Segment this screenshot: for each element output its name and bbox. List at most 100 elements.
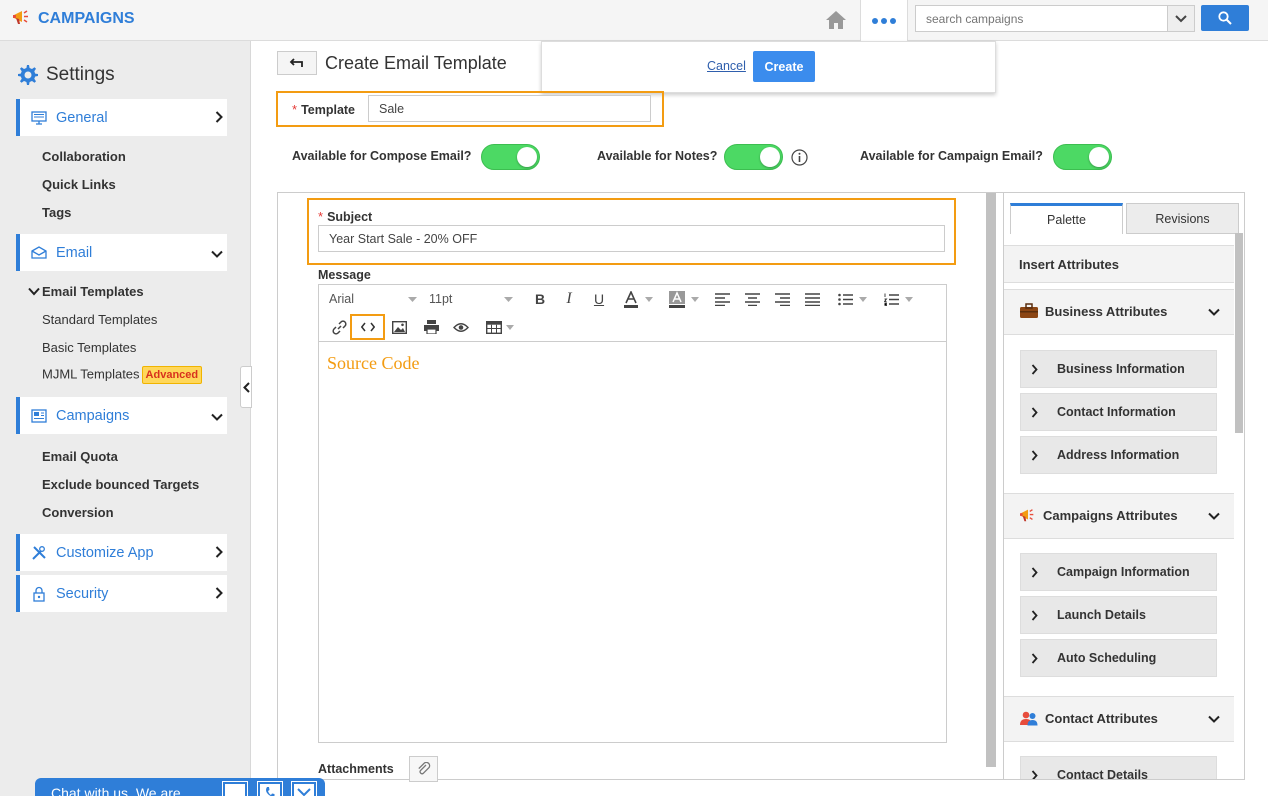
numbered-list-icon bbox=[883, 293, 899, 306]
sidebar-section-customize-app[interactable]: Customize App bbox=[16, 534, 227, 571]
attr-item-label: Auto Scheduling bbox=[1057, 651, 1157, 665]
group-title-text: Business Attributes bbox=[1045, 303, 1168, 319]
template-input[interactable]: Sale bbox=[368, 95, 651, 122]
chevron-down-icon bbox=[1175, 14, 1187, 22]
sidebar-section-label: Customize App bbox=[56, 544, 154, 561]
lock-icon bbox=[30, 585, 48, 603]
template-label-text: Template bbox=[301, 103, 356, 117]
subject-input[interactable]: Year Start Sale - 20% OFF bbox=[318, 225, 945, 252]
page-title: Create Email Template bbox=[325, 53, 507, 73]
caret-down-icon bbox=[858, 296, 867, 302]
campaigns-attributes-header[interactable]: Campaigns Attributes bbox=[1004, 493, 1234, 539]
font-family-select[interactable]: Arial bbox=[329, 287, 417, 311]
chat-phone-button[interactable] bbox=[257, 781, 283, 796]
sidebar-item-standard-templates[interactable]: Standard Templates bbox=[42, 312, 157, 327]
home-button[interactable] bbox=[812, 0, 860, 40]
attach-file-button[interactable] bbox=[409, 756, 438, 782]
align-right-button[interactable] bbox=[772, 287, 792, 311]
background-color-button[interactable] bbox=[664, 287, 704, 311]
sidebar-section-general[interactable]: General bbox=[16, 99, 227, 136]
create-button[interactable]: Create bbox=[753, 51, 815, 82]
sidebar-item-mjml-templates[interactable]: MJML Templates Advanced bbox=[42, 366, 203, 384]
text-color-button[interactable] bbox=[618, 287, 658, 311]
chat-minimize-button[interactable] bbox=[291, 781, 317, 796]
compose-email-toggle[interactable] bbox=[481, 144, 540, 170]
search-input[interactable] bbox=[916, 6, 1166, 31]
search-button[interactable] bbox=[1201, 5, 1249, 31]
sidebar-section-label: Security bbox=[56, 585, 109, 602]
print-button[interactable] bbox=[420, 315, 442, 339]
contact-attributes-header[interactable]: Contact Attributes bbox=[1004, 696, 1234, 742]
editor-toolbar: Arial 11pt B I U bbox=[319, 285, 946, 342]
search-icon bbox=[1218, 11, 1232, 25]
font-size-select[interactable]: 11pt bbox=[429, 287, 513, 311]
bullet-list-button[interactable] bbox=[832, 287, 872, 311]
insert-table-button[interactable] bbox=[485, 315, 515, 339]
justify-button[interactable] bbox=[802, 287, 822, 311]
attribute-panel-scrollbar[interactable] bbox=[1235, 233, 1243, 433]
attr-item-auto-scheduling[interactable]: Auto Scheduling bbox=[1020, 639, 1217, 677]
briefcase-icon bbox=[1020, 303, 1038, 318]
caret-down-icon bbox=[408, 296, 417, 302]
sidebar-item-email-quota[interactable]: Email Quota bbox=[42, 449, 118, 464]
sidebar-item-quick-links[interactable]: Quick Links bbox=[42, 177, 116, 192]
attr-item-business-information[interactable]: Business Information bbox=[1020, 350, 1217, 388]
sidebar-item-collaboration[interactable]: Collaboration bbox=[42, 149, 126, 164]
attr-item-contact-details[interactable]: Contact Details bbox=[1020, 756, 1217, 779]
align-center-icon bbox=[744, 292, 760, 306]
source-code-button[interactable] bbox=[350, 314, 385, 340]
attr-item-campaign-information[interactable]: Campaign Information bbox=[1020, 553, 1217, 591]
more-options-button[interactable] bbox=[860, 0, 908, 41]
italic-button[interactable]: I bbox=[559, 287, 579, 311]
notes-label: Available for Notes? bbox=[597, 149, 718, 163]
underline-button[interactable]: U bbox=[589, 287, 609, 311]
sidebar-section-email[interactable]: Email bbox=[16, 234, 227, 271]
content-scrollbar[interactable] bbox=[986, 193, 996, 767]
campaign-email-toggle[interactable] bbox=[1053, 144, 1112, 170]
chat-text: Chat with us, We are bbox=[51, 785, 181, 796]
back-button[interactable] bbox=[277, 51, 317, 75]
chevron-down-icon bbox=[1208, 308, 1220, 316]
notes-toggle[interactable] bbox=[724, 144, 783, 170]
align-center-button[interactable] bbox=[742, 287, 762, 311]
info-icon[interactable] bbox=[791, 149, 808, 169]
bullet-list-icon bbox=[837, 293, 853, 305]
align-right-icon bbox=[774, 292, 790, 306]
attr-item-label: Contact Details bbox=[1057, 768, 1148, 779]
attr-item-address-information[interactable]: Address Information bbox=[1020, 436, 1217, 474]
paperclip-icon bbox=[417, 762, 430, 775]
attribute-panel: Palette Revisions Insert Attributes Busi… bbox=[1003, 193, 1244, 779]
attr-item-launch-details[interactable]: Launch Details bbox=[1020, 596, 1217, 634]
attr-item-label: Address Information bbox=[1057, 448, 1180, 462]
tab-palette[interactable]: Palette bbox=[1010, 203, 1123, 234]
eye-icon bbox=[453, 322, 469, 332]
search-dropdown-button[interactable] bbox=[1167, 6, 1194, 31]
editor-body-text[interactable]: Source Code bbox=[327, 353, 419, 374]
sidebar-section-campaigns[interactable]: Campaigns bbox=[16, 397, 227, 434]
numbered-list-button[interactable] bbox=[878, 287, 918, 311]
app-brand[interactable]: CAMPAIGNS bbox=[12, 8, 135, 29]
insert-image-button[interactable] bbox=[388, 315, 410, 339]
insert-attributes-label: Insert Attributes bbox=[1019, 257, 1119, 272]
sidebar-collapse-button[interactable] bbox=[240, 366, 252, 408]
business-attributes-header[interactable]: Business Attributes bbox=[1004, 289, 1234, 335]
sidebar-item-tags[interactable]: Tags bbox=[42, 205, 71, 220]
sidebar-group-email-templates[interactable]: Email Templates bbox=[28, 284, 144, 299]
sidebar-section-security[interactable]: Security bbox=[16, 575, 227, 612]
message-editor: Arial 11pt B I U Source Code bbox=[318, 284, 947, 743]
sidebar-item-basic-templates[interactable]: Basic Templates bbox=[42, 340, 136, 355]
cancel-link[interactable]: Cancel bbox=[707, 59, 746, 73]
tab-revisions[interactable]: Revisions bbox=[1126, 203, 1239, 234]
bold-button[interactable]: B bbox=[530, 287, 550, 311]
chevron-down-icon bbox=[1208, 512, 1220, 520]
attr-item-contact-information[interactable]: Contact Information bbox=[1020, 393, 1217, 431]
chat-message-button[interactable] bbox=[222, 781, 248, 796]
insert-link-button[interactable] bbox=[328, 315, 350, 339]
preview-button[interactable] bbox=[450, 315, 472, 339]
chat-widget[interactable]: Chat with us, We are bbox=[35, 778, 325, 796]
sidebar-item-conversion[interactable]: Conversion bbox=[42, 505, 114, 520]
sidebar-item-exclude-bounced-targets[interactable]: Exclude bounced Targets bbox=[42, 477, 199, 492]
align-left-button[interactable] bbox=[712, 287, 732, 311]
dot bbox=[890, 17, 896, 24]
attr-item-label: Launch Details bbox=[1057, 608, 1146, 622]
